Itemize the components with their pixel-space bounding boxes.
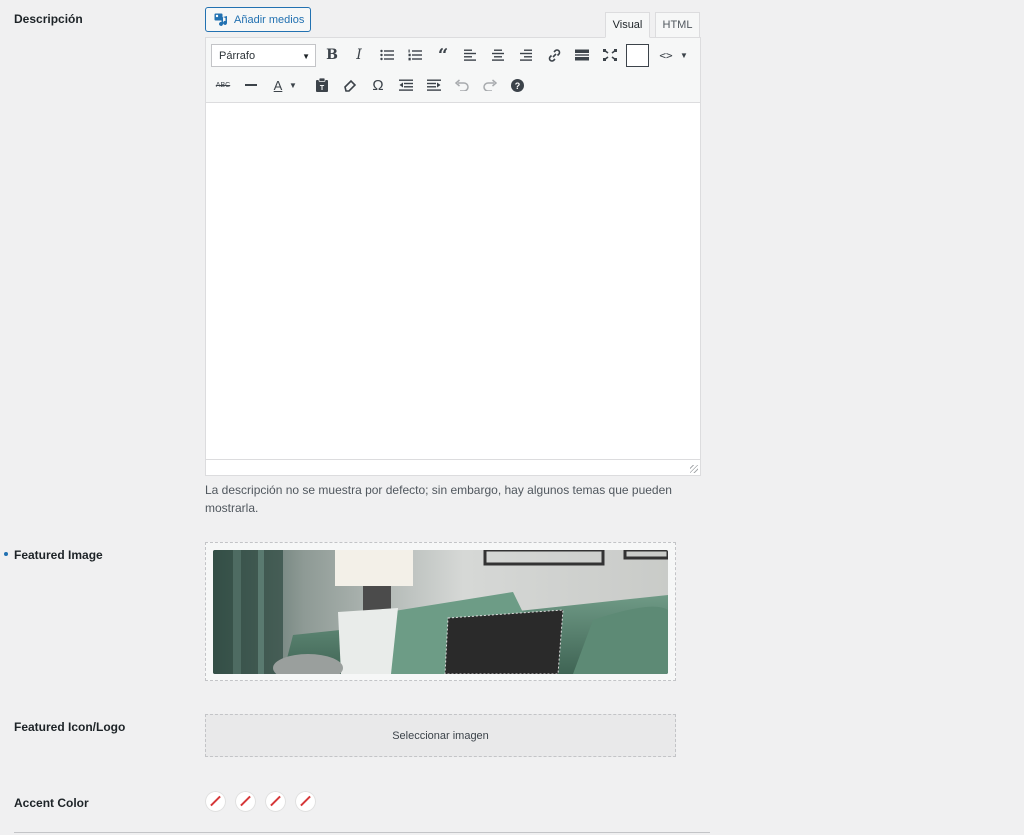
read-more-button[interactable]: [570, 43, 594, 67]
code-dropdown-button[interactable]: ▼: [672, 43, 696, 67]
horizontal-line-button[interactable]: [239, 73, 263, 97]
editor-toolbar: Párrafo ▼ B I “ <> ▼ ABC A ▼ T Ω ?: [206, 38, 700, 103]
accent-color-label: Accent Color: [14, 796, 89, 810]
accent-color-swatch[interactable]: [265, 791, 286, 812]
accent-color-swatch[interactable]: [295, 791, 316, 812]
tab-html[interactable]: HTML: [655, 12, 700, 38]
numbered-list-icon: [408, 49, 422, 61]
svg-text:?: ?: [514, 81, 520, 91]
paste-text-button[interactable]: T: [310, 73, 334, 97]
strikethrough-button[interactable]: ABC: [211, 73, 235, 97]
tab-visual[interactable]: Visual: [605, 12, 650, 38]
align-left-icon: [464, 49, 476, 61]
omega-icon: Ω: [372, 76, 384, 94]
toolbar-toggle-button[interactable]: [625, 43, 649, 67]
align-right-icon: [520, 49, 532, 61]
paste-text-icon: T: [316, 78, 328, 92]
section-divider: [14, 832, 710, 833]
select-image-label: Seleccionar imagen: [392, 729, 489, 742]
align-right-button[interactable]: [514, 43, 538, 67]
description-label: Descripción: [14, 12, 83, 26]
featured-image-thumbnail[interactable]: [213, 550, 668, 674]
required-dot: [4, 552, 8, 556]
outdent-button[interactable]: [394, 73, 418, 97]
svg-text:T: T: [320, 85, 325, 92]
numbered-list-button[interactable]: [403, 43, 427, 67]
fullscreen-button[interactable]: [598, 43, 622, 67]
italic-icon: I: [356, 47, 362, 63]
outdent-icon: [399, 79, 413, 91]
eraser-icon: [343, 79, 356, 92]
blockquote-button[interactable]: “: [431, 43, 455, 67]
description-help-text: La descripción no se muestra por defecto…: [205, 483, 672, 515]
undo-icon: [455, 79, 469, 91]
align-center-button[interactable]: [486, 43, 510, 67]
link-icon: [548, 48, 560, 62]
align-left-button[interactable]: [458, 43, 482, 67]
bullet-list-icon: [380, 49, 394, 61]
strikethrough-icon: ABC: [215, 81, 231, 89]
editor-statusbar: [206, 459, 700, 475]
format-select[interactable]: Párrafo ▼: [211, 44, 316, 67]
bullet-list-button[interactable]: [375, 43, 399, 67]
bold-icon: B: [326, 47, 338, 63]
special-character-button[interactable]: Ω: [366, 73, 390, 97]
add-media-label: Añadir medios: [234, 13, 305, 26]
featured-icon-label: Featured Icon/Logo: [14, 720, 126, 734]
media-icon: [214, 13, 227, 26]
chevron-down-icon: ▼: [680, 50, 688, 60]
format-select-value: Párrafo: [219, 49, 256, 62]
indent-icon: [427, 79, 441, 91]
undo-button[interactable]: [450, 73, 474, 97]
toolbar-toggle-icon: [625, 43, 649, 67]
accent-color-swatch[interactable]: [205, 791, 226, 812]
text-color-icon: A: [273, 77, 283, 93]
bold-button[interactable]: B: [320, 43, 344, 67]
italic-button[interactable]: I: [347, 43, 371, 67]
accent-color-swatch[interactable]: [235, 791, 256, 812]
code-icon: <>: [659, 48, 673, 62]
help-icon: ?: [510, 78, 524, 92]
clear-formatting-button[interactable]: [338, 73, 362, 97]
help-button[interactable]: ?: [505, 73, 529, 97]
rich-text-editor: Párrafo ▼ B I “ <> ▼ ABC A ▼ T Ω ?: [205, 37, 701, 476]
horizontal-line-icon: [245, 84, 257, 86]
redo-button[interactable]: [478, 73, 502, 97]
featured-image-label: Featured Image: [14, 548, 103, 562]
add-media-button[interactable]: Añadir medios: [205, 7, 311, 32]
redo-icon: [483, 79, 497, 91]
chevron-down-icon: ▼: [289, 80, 297, 90]
select-image-button[interactable]: Seleccionar imagen: [205, 714, 676, 757]
text-color-dropdown[interactable]: ▼: [286, 73, 300, 97]
fullscreen-icon: [603, 49, 617, 61]
editor-content-area[interactable]: [206, 104, 700, 459]
resize-handle[interactable]: [690, 465, 698, 473]
indent-button[interactable]: [422, 73, 446, 97]
read-more-icon: [575, 49, 589, 61]
featured-image-box[interactable]: [205, 542, 676, 681]
align-center-icon: [492, 49, 504, 61]
insert-link-button[interactable]: [542, 43, 566, 67]
blockquote-icon: “: [437, 44, 449, 66]
chevron-down-icon: ▼: [302, 52, 310, 61]
